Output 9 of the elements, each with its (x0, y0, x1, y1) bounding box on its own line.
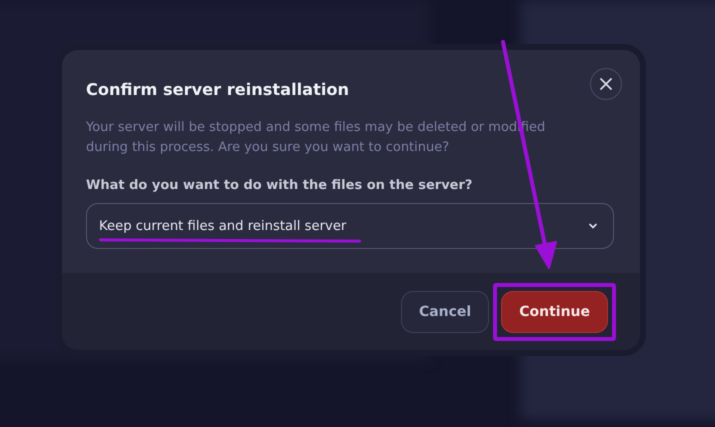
dialog-title: Confirm server reinstallation (86, 80, 350, 98)
select-field[interactable]: Keep current files and reinstall server (86, 203, 614, 249)
close-button[interactable] (590, 68, 622, 100)
chevron-down-icon (587, 222, 599, 230)
close-icon (599, 77, 613, 91)
continue-button[interactable]: Continue (501, 290, 608, 332)
select-value: Keep current files and reinstall server (99, 218, 346, 234)
field-label: What do you want to do with the files on the server? (86, 178, 474, 193)
cancel-button[interactable]: Cancel (400, 290, 490, 332)
